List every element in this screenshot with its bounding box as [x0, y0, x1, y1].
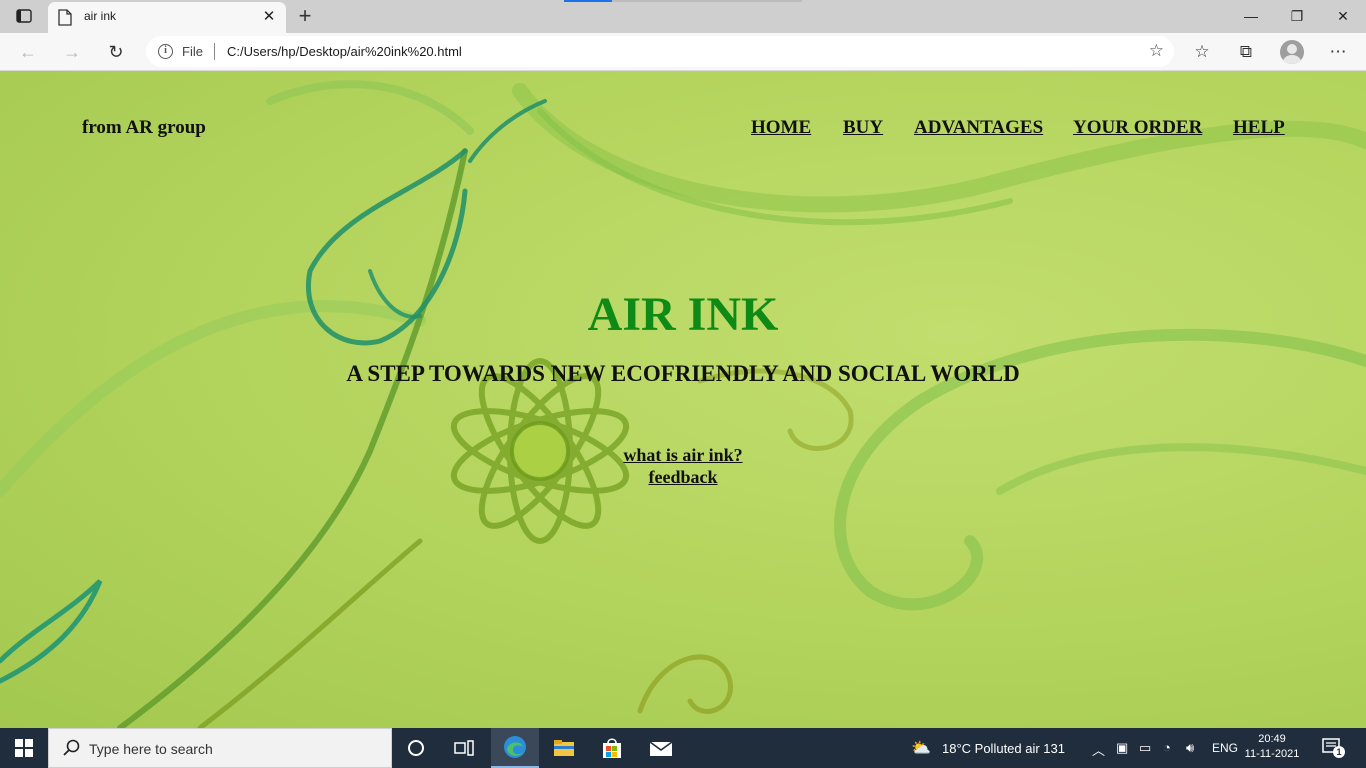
clock[interactable]: 20:49 11-11-2021	[1240, 732, 1304, 762]
tab-strip-indicator-track	[612, 0, 802, 2]
url-text[interactable]: C:/Users/hp/Desktop/air%20ink%20.html	[227, 44, 462, 59]
site-info-label[interactable]: File	[182, 44, 203, 59]
feedback-link-row: feedback	[0, 467, 1366, 488]
hero-subtitle: A STEP TOWARDS NEW ECOFRIENDLY AND SOCIA…	[346, 361, 1020, 386]
address-bar[interactable]: i File C:/Users/hp/Desktop/air%20ink%20.…	[146, 36, 1174, 67]
close-window-button[interactable]: ✕	[1320, 0, 1366, 32]
nav-advantages-link[interactable]: ADVANTAGES	[914, 117, 1043, 139]
page-viewport: from AR group HOME BUY ADVANTAGES YOUR O…	[0, 71, 1366, 728]
wifi-icon[interactable]: ◔	[1163, 740, 1171, 755]
what-is-air-ink-link-row: what is air ink?	[0, 445, 1366, 466]
brand-text: from AR group	[82, 117, 206, 138]
cortana-icon[interactable]	[392, 728, 440, 768]
edge-browser-icon[interactable]	[491, 728, 539, 768]
nav-buy-link[interactable]: BUY	[843, 117, 883, 139]
weather-icon[interactable]: ⛅	[911, 738, 931, 758]
what-is-air-ink-link[interactable]: what is air ink?	[623, 445, 742, 465]
tab-actions-icon[interactable]	[12, 6, 36, 26]
feedback-link[interactable]: feedback	[649, 467, 718, 487]
notification-count: 1	[1333, 746, 1345, 758]
maximize-button[interactable]: ❐	[1274, 0, 1320, 32]
nav-your-order-link[interactable]: YOUR ORDER	[1073, 117, 1202, 139]
clock-time: 20:49	[1258, 733, 1286, 745]
toolbar: ← → ↻ i File C:/Users/hp/Desktop/air%20i…	[0, 33, 1366, 71]
browser-tab[interactable]: air ink ✕	[48, 2, 286, 33]
divider	[214, 43, 215, 60]
refresh-icon[interactable]: ↻	[102, 38, 130, 66]
forward-arrow-icon[interactable]: →	[58, 38, 86, 66]
profile-avatar[interactable]	[1280, 40, 1304, 64]
taskbar: Type here to search ⛅ 18°C Polluted air …	[0, 728, 1366, 768]
chevron-up-icon[interactable]: ︿	[1092, 740, 1105, 759]
page-icon	[58, 9, 72, 26]
minimize-button[interactable]: —	[1228, 0, 1274, 32]
weather-text[interactable]: 18°C Polluted air 131	[942, 741, 1065, 756]
windows-start-icon[interactable]	[0, 728, 48, 768]
search-placeholder: Type here to search	[89, 741, 213, 757]
close-tab-icon[interactable]: ✕	[260, 8, 278, 26]
tab-strip-indicator	[564, 0, 612, 2]
meet-now-icon[interactable]: ▣	[1116, 740, 1128, 756]
favorites-icon[interactable]: ☆	[1188, 38, 1216, 66]
search-icon	[63, 739, 80, 756]
volume-icon[interactable]: 🔊︎	[1186, 740, 1194, 756]
task-view-icon[interactable]	[440, 728, 488, 768]
more-options-icon[interactable]: ⋯	[1324, 38, 1352, 66]
nav-home-link[interactable]: HOME	[751, 117, 811, 139]
floral-background-image	[0, 80, 1366, 728]
mail-icon[interactable]	[637, 728, 685, 768]
battery-icon[interactable]: ▭	[1139, 740, 1151, 756]
info-icon[interactable]: i	[158, 44, 173, 59]
tab-title: air ink	[84, 9, 117, 23]
taskbar-search-input[interactable]: Type here to search	[48, 728, 392, 768]
new-tab-button[interactable]: +	[292, 3, 318, 29]
language-indicator[interactable]: ENG	[1212, 741, 1238, 755]
nav-help-link[interactable]: HELP	[1233, 117, 1285, 139]
back-arrow-icon[interactable]: ←	[14, 38, 42, 66]
file-explorer-icon[interactable]	[540, 728, 588, 768]
tab-bar: air ink ✕ + — ❐ ✕	[0, 0, 1366, 33]
add-favorite-icon[interactable]: ☆	[1149, 41, 1164, 61]
clock-date: 11-11-2021	[1244, 748, 1300, 760]
microsoft-store-icon[interactable]	[588, 728, 636, 768]
hero-title: AIR INK	[587, 288, 779, 341]
collections-icon[interactable]: ⧉	[1232, 38, 1260, 66]
notification-center-icon[interactable]: 1	[1322, 738, 1345, 758]
